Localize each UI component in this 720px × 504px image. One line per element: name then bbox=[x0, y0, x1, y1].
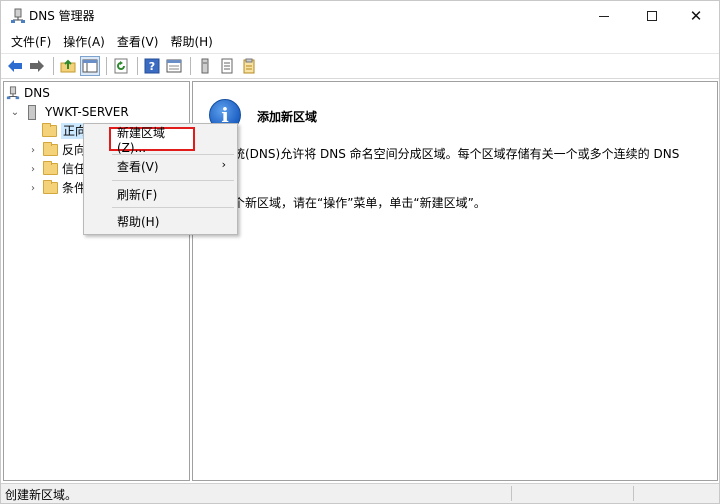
folder-icon bbox=[43, 180, 58, 194]
detail-description-line1: 称系统(DNS)允许将 DNS 命名空间分成区域。每个区域存储有关一个或多个连续… bbox=[209, 147, 680, 161]
properties-icon bbox=[166, 59, 182, 73]
tree-node-server[interactable]: ⌄ YWKT-SERVER bbox=[10, 103, 129, 121]
chevron-down-icon[interactable]: ⌄ bbox=[10, 107, 20, 118]
status-divider bbox=[633, 486, 634, 501]
status-text: 创建新区域。 bbox=[5, 488, 78, 502]
close-icon: ✕ bbox=[689, 7, 703, 25]
chevron-right-icon[interactable]: › bbox=[28, 183, 38, 194]
dns-manager-window: DNS 管理器 ✕ 文件(F) 操作(A) 查看(V) 帮助(H) ? DNS … bbox=[0, 0, 720, 504]
ctx-separator bbox=[112, 180, 234, 181]
server-icon bbox=[28, 104, 36, 120]
tree-label: YWKT-SERVER bbox=[45, 105, 129, 119]
tree-node-conditional-forwarders[interactable]: › 条件 bbox=[28, 179, 86, 197]
chevron-right-icon: › bbox=[221, 158, 226, 171]
server-button[interactable] bbox=[195, 56, 215, 76]
export-icon bbox=[243, 58, 255, 74]
maximize-icon bbox=[647, 11, 657, 21]
menu-view[interactable]: 查看(V) bbox=[111, 32, 165, 52]
back-arrow-icon bbox=[8, 60, 22, 72]
ctx-label: 查看(V) bbox=[117, 159, 159, 174]
folder-icon bbox=[43, 161, 58, 175]
ctx-new-zone[interactable]: 新建区域(Z)... bbox=[109, 126, 195, 155]
status-divider bbox=[511, 486, 512, 501]
list-icon bbox=[221, 58, 233, 74]
detail-title: 添加新区域 bbox=[257, 110, 318, 124]
menu-file[interactable]: 文件(F) bbox=[5, 32, 57, 52]
forward-arrow-icon bbox=[30, 60, 44, 72]
tree-node-dns[interactable]: DNS bbox=[6, 84, 50, 102]
detail-instruction: 加一个新区域，请在“操作”菜单，单击“新建区域”。 bbox=[209, 196, 486, 210]
help-button[interactable]: ? bbox=[142, 56, 162, 76]
show-hide-console-tree-button[interactable] bbox=[80, 56, 100, 76]
properties-button[interactable] bbox=[164, 56, 184, 76]
export-list-button[interactable] bbox=[239, 56, 259, 76]
close-button[interactable]: ✕ bbox=[673, 1, 719, 31]
up-folder-icon bbox=[60, 59, 76, 73]
context-menu: 新建区域(Z)... 查看(V) › 刷新(F) 帮助(H) bbox=[83, 123, 238, 235]
detail-description-line2: 信息。 bbox=[209, 163, 709, 180]
server-icon bbox=[201, 58, 209, 74]
svg-text:?: ? bbox=[149, 60, 155, 73]
ctx-label: 刷新(F) bbox=[117, 187, 158, 202]
dns-icon bbox=[6, 86, 20, 100]
dns-app-icon bbox=[11, 8, 25, 23]
ctx-refresh[interactable]: 刷新(F) bbox=[85, 182, 236, 206]
window-title: DNS 管理器 bbox=[29, 9, 95, 23]
menu-bar: 文件(F) 操作(A) 查看(V) 帮助(H) bbox=[1, 31, 719, 53]
toolbar-separator bbox=[137, 57, 138, 75]
toolbar-separator bbox=[53, 57, 54, 75]
back-button[interactable] bbox=[5, 56, 25, 76]
folder-icon bbox=[42, 123, 57, 137]
toolbar: ? bbox=[1, 53, 719, 79]
tree-node-trust-points[interactable]: › 信任 bbox=[28, 160, 86, 178]
menu-action[interactable]: 操作(A) bbox=[57, 32, 111, 52]
tree-label: DNS bbox=[24, 86, 50, 100]
folder-icon bbox=[43, 142, 58, 156]
forward-button[interactable] bbox=[27, 56, 47, 76]
help-icon: ? bbox=[144, 58, 160, 74]
menu-help[interactable]: 帮助(H) bbox=[164, 32, 218, 52]
toolbar-separator bbox=[190, 57, 191, 75]
ctx-label: 帮助(H) bbox=[117, 214, 160, 229]
up-one-level-button[interactable] bbox=[58, 56, 78, 76]
ctx-help[interactable]: 帮助(H) bbox=[85, 209, 236, 233]
refresh-button[interactable] bbox=[111, 56, 131, 76]
ctx-separator bbox=[112, 207, 234, 208]
minimize-icon bbox=[599, 15, 609, 17]
status-bar: 创建新区域。 bbox=[1, 483, 719, 503]
title-bar: DNS 管理器 ✕ bbox=[1, 1, 719, 31]
detail-pane: i 添加新区域 称系统(DNS)允许将 DNS 命名空间分成区域。每个区域存储有… bbox=[192, 81, 718, 481]
list-view-button[interactable] bbox=[217, 56, 237, 76]
toolbar-separator bbox=[106, 57, 107, 75]
tree-node-forward-lookup-zones[interactable]: 正向 bbox=[42, 122, 90, 140]
tree-node-reverse-lookup-zones[interactable]: › 反向 bbox=[28, 141, 86, 159]
ctx-view[interactable]: 查看(V) › bbox=[85, 154, 236, 178]
chevron-right-icon[interactable]: › bbox=[28, 164, 38, 175]
ctx-label: 新建区域(Z)... bbox=[117, 125, 166, 155]
chevron-right-icon[interactable]: › bbox=[28, 145, 38, 156]
show-hide-tree-icon bbox=[82, 59, 98, 73]
refresh-icon bbox=[114, 58, 128, 74]
minimize-button[interactable] bbox=[581, 1, 627, 31]
maximize-button[interactable] bbox=[629, 1, 675, 31]
